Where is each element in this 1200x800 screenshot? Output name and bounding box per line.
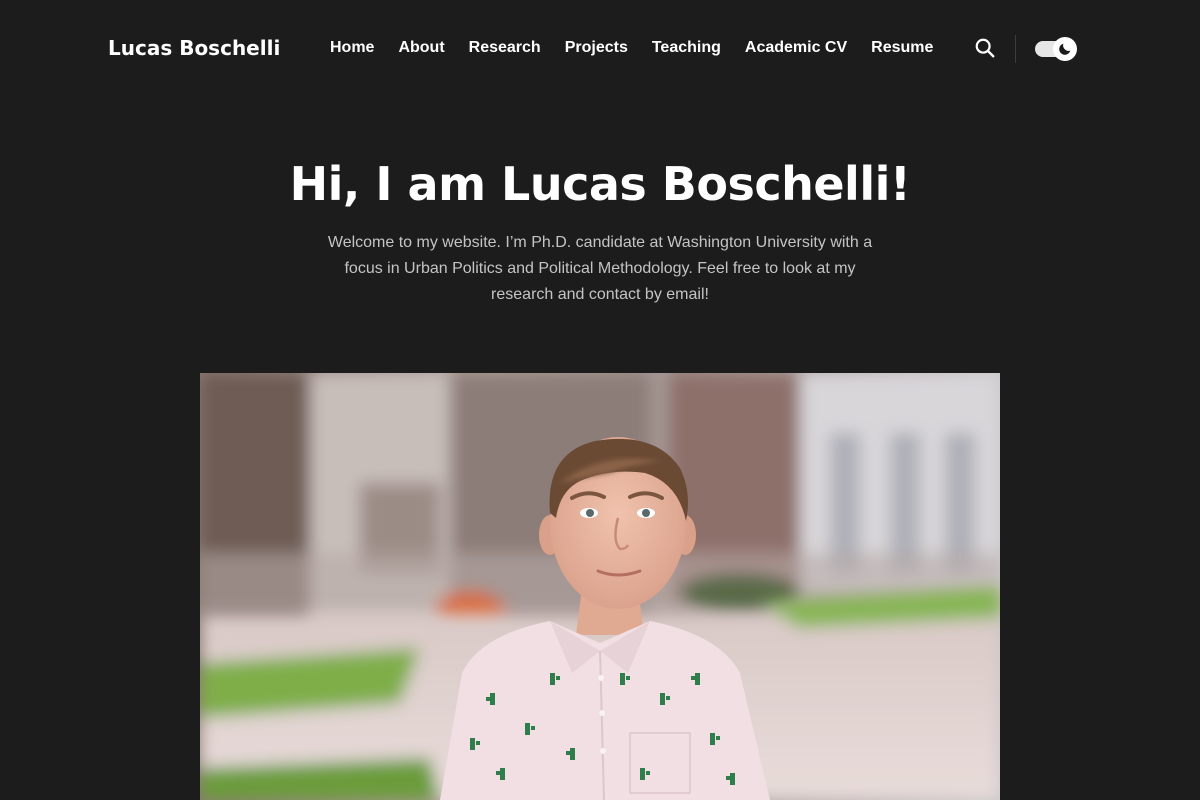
hero-title: Hi, I am Lucas Boschelli! (289, 157, 911, 211)
search-icon (975, 38, 995, 58)
hero-intro: Welcome to my website. I’m Ph.D. candida… (327, 234, 873, 303)
portrait-illustration (200, 373, 1000, 800)
search-button[interactable] (972, 35, 998, 61)
nav-link-academic-cv[interactable]: Academic CV (733, 32, 859, 64)
theme-toggle-knob (1053, 37, 1077, 61)
nav-link-teaching[interactable]: Teaching (640, 32, 733, 64)
nav-link-about[interactable]: About (386, 32, 456, 64)
main-nav: Home About Research Projects Teaching Ac… (318, 32, 945, 64)
site-title-link[interactable]: Lucas Boschelli (108, 32, 280, 64)
site-header: Lucas Boschelli Home About Research Proj… (0, 0, 1200, 96)
nav-link-home[interactable]: Home (318, 32, 386, 64)
header-divider (1015, 35, 1016, 63)
theme-toggle[interactable] (1035, 37, 1077, 61)
portrait-photo (200, 373, 1000, 800)
nav-link-research[interactable]: Research (457, 32, 553, 64)
nav-link-resume[interactable]: Resume (859, 32, 945, 64)
page: Lucas Boschelli Home About Research Proj… (0, 0, 1200, 800)
nav-link-projects[interactable]: Projects (553, 32, 640, 64)
moon-icon (1059, 43, 1071, 55)
